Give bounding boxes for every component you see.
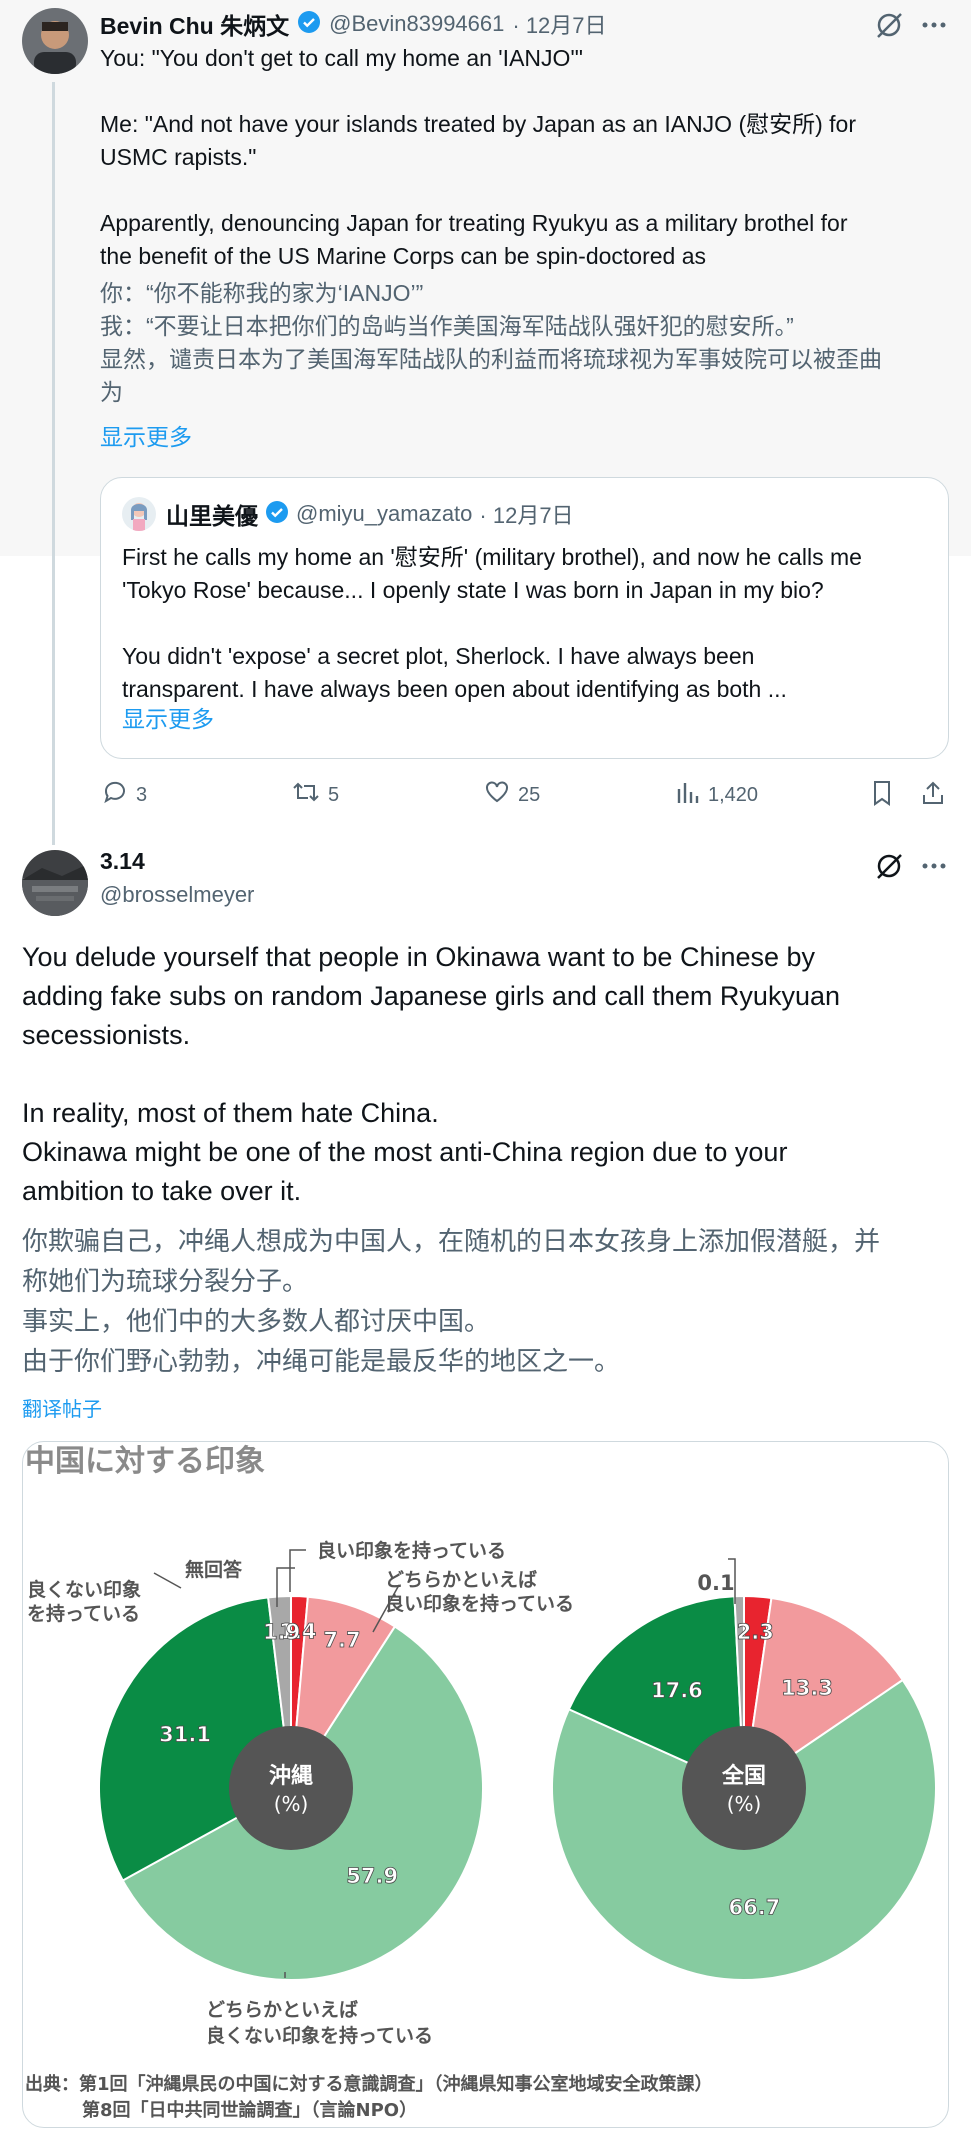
- author-handle[interactable]: @brosselmeyer: [100, 882, 254, 908]
- post-text: You delude yourself that people in Okina…: [22, 942, 840, 1206]
- like-button[interactable]: 25: [484, 779, 540, 811]
- views-chart-icon: [676, 779, 700, 811]
- reply-icon: [102, 779, 128, 811]
- quoted-author-name[interactable]: 山里美優: [166, 497, 258, 531]
- pie-chart-svg: 中国に対する印象 1.4 7.757.931.11.9 2.313.366.717.…: [25, 1444, 937, 2121]
- quoted-author-handle[interactable]: @miyu_yamazato: [296, 501, 472, 527]
- post-translation: 你：“你不能称我的家为‘IANJO’” 我：“不要让日本把你们的岛屿当作美国海军…: [100, 280, 882, 405]
- pie-value-label-1-4: 0.1: [697, 1571, 734, 1595]
- post-text: You: "You don't get to call my home an '…: [100, 45, 857, 269]
- show-more-link[interactable]: 显示更多: [100, 421, 192, 454]
- retweet-button[interactable]: 5: [292, 779, 339, 811]
- bookmark-icon[interactable]: [870, 779, 894, 812]
- like-count: 25: [518, 783, 541, 806]
- label-rather-good-1: どちらかといえば: [385, 1569, 537, 1591]
- verified-badge-icon: [297, 10, 321, 39]
- pie-center-national-unit: (%): [727, 1792, 762, 1816]
- label-rather-good-2: 良い印象を持っている: [385, 1592, 574, 1615]
- pie-value-label-0-2: 57.9: [346, 1864, 398, 1888]
- pie-value-label-0-4: 1.9: [263, 1620, 300, 1644]
- avatar[interactable]: [22, 8, 88, 74]
- retweet-count: 5: [328, 783, 340, 806]
- avatar[interactable]: [22, 850, 88, 916]
- thread-connector-line: [52, 82, 55, 845]
- quoted-avatar[interactable]: [122, 497, 156, 531]
- label-rather-bad-2: 良くない印象を持っている: [206, 2024, 433, 2047]
- author-name[interactable]: Bevin Chu 朱炳文: [100, 7, 289, 41]
- verified-badge-icon: [265, 500, 289, 529]
- quoted-post-text: First he calls my home an '慰安所' (militar…: [122, 544, 862, 702]
- pie-value-label-1-0: 2.3: [737, 1620, 774, 1644]
- label-bad-2: を持っている: [27, 1602, 140, 1625]
- label-bad-1: 良くない印象: [27, 1578, 141, 1601]
- quoted-show-more-link[interactable]: 显示更多: [122, 703, 214, 736]
- grok-icon[interactable]: [874, 10, 904, 45]
- reply-count: 3: [136, 783, 148, 806]
- reply-button[interactable]: 3: [102, 779, 147, 811]
- pie-center-national-name: 全国: [721, 1763, 766, 1789]
- more-options-icon[interactable]: [920, 12, 948, 43]
- author-handle[interactable]: @Bevin83994661: [329, 11, 504, 37]
- more-options-icon[interactable]: [920, 853, 948, 884]
- translate-post-link[interactable]: 翻译帖子: [22, 1393, 102, 1422]
- chart-source-2: 第8回「日中共同世論調査」（言論NPO）: [82, 2099, 417, 2121]
- post-translation: 你欺骗自己，冲绳人想成为中国人，在随机的日本女孩身上添加假潜艇，并 称她们为琉球…: [22, 1226, 881, 1376]
- label-no-answer: 無回答: [185, 1558, 243, 1581]
- author-name[interactable]: 3.14: [100, 848, 145, 875]
- views-count: 1,420: [708, 783, 759, 806]
- label-rather-bad-1: どちらかといえば: [206, 1999, 358, 2021]
- pie-value-label-1-1: 13.3: [781, 1676, 833, 1700]
- chart-title: 中国に対する印象: [25, 1444, 265, 1479]
- pie-value-label-1-3: 17.6: [651, 1679, 703, 1703]
- chart-image[interactable]: 中国に対する印象 1.4 7.7 57.9 31.1 1.9 2.3 13.3 66.7 17.…: [22, 1441, 949, 2128]
- pie-value-label-0-3: 31.1: [159, 1723, 211, 1747]
- label-good: 良い印象を持っている: [317, 1539, 506, 1562]
- chart-source-1: 出典：第1回「沖縄県民の中国に対する意識調査」（沖縄県知事公室地域安全政策課）: [25, 2073, 713, 2095]
- pie-value-label-1-2: 66.7: [728, 1896, 780, 1920]
- heart-icon: [484, 779, 510, 811]
- views-button[interactable]: 1,420: [676, 779, 758, 811]
- quoted-post-date[interactable]: · 12月7日: [479, 498, 573, 530]
- post-date[interactable]: · 12月7日: [512, 8, 606, 40]
- share-icon[interactable]: [920, 779, 946, 812]
- pie-center-okinawa-unit: (%): [274, 1792, 309, 1816]
- pie-value-label-0-1: 7.7: [323, 1628, 360, 1652]
- grok-icon[interactable]: [874, 851, 904, 886]
- pie-center-okinawa-name: 沖縄: [269, 1764, 313, 1789]
- retweet-icon: [292, 779, 320, 811]
